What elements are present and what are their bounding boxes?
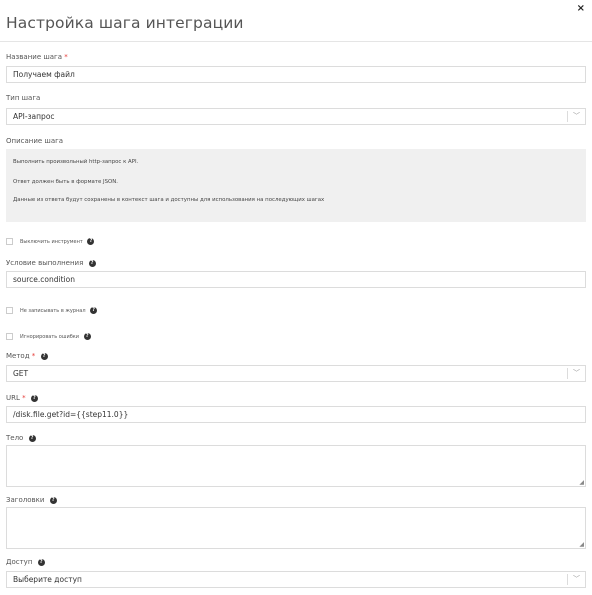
checkbox-box[interactable] (6, 238, 13, 245)
body-label: Тело ? (6, 434, 36, 442)
ignore-errors-label: Игнорировать ошибки (20, 334, 80, 340)
help-icon[interactable]: ? (88, 259, 96, 267)
help-icon[interactable]: ? (83, 333, 91, 340)
access-select[interactable]: Выберите доступ ﹀ (6, 571, 586, 588)
condition-label: Условие выполнения ? (6, 259, 96, 267)
disable-tool-label: Выключить инструмент (20, 239, 83, 245)
resize-grip-icon[interactable]: ◢ (579, 480, 584, 486)
access-placeholder: Выберите доступ (13, 575, 82, 584)
step-name-input[interactable]: Получаем файл (6, 66, 586, 83)
resize-grip-icon[interactable]: ◢ (579, 542, 584, 548)
help-icon[interactable]: ? (40, 352, 48, 360)
method-value: GET (13, 369, 29, 378)
step-type-label: Тип шага (6, 94, 41, 102)
description-line: Выполнить произвольный http-запрос к API… (13, 159, 139, 165)
headers-label: Заголовки ? (6, 496, 57, 504)
headers-textarea[interactable]: ◢ (6, 507, 586, 549)
condition-input[interactable]: source.condition (6, 271, 586, 288)
description-panel: Выполнить произвольный http-запрос к API… (6, 149, 586, 222)
help-icon[interactable]: ? (28, 434, 36, 442)
modal-title: Настройка шага интеграции (6, 14, 244, 32)
no-log-label: Не записывать в журнал (20, 308, 86, 314)
step-type-select[interactable]: API-запрос ﹀ (6, 108, 586, 125)
help-icon[interactable]: ? (30, 394, 38, 402)
checkbox-box[interactable] (6, 333, 13, 340)
checkbox-box[interactable] (6, 307, 13, 314)
chevron-down-icon[interactable]: ﹀ (567, 111, 585, 122)
step-name-label: Название шага * (6, 53, 68, 61)
description-line: Данные из ответа будут сохранены в конте… (13, 197, 325, 203)
description-label: Описание шага (6, 137, 64, 145)
no-log-checkbox[interactable]: Не записывать в журнал ? (6, 307, 98, 314)
ignore-errors-checkbox[interactable]: Игнорировать ошибки ? (6, 333, 91, 340)
description-line: Ответ должен быть в формате JSON. (13, 179, 118, 185)
url-label: URL * ? (6, 394, 38, 402)
access-label: Доступ ? (6, 558, 45, 566)
help-icon[interactable]: ? (87, 238, 95, 245)
close-icon[interactable]: × (577, 3, 585, 14)
url-input[interactable]: /disk.file.get?id={{step11.0}} (6, 406, 586, 423)
disable-tool-checkbox[interactable]: Выключить инструмент ? (6, 238, 95, 245)
help-icon[interactable]: ? (37, 558, 45, 566)
help-icon[interactable]: ? (49, 496, 57, 504)
step-type-value: API-запрос (13, 112, 55, 121)
body-textarea[interactable]: ◢ (6, 445, 586, 487)
chevron-down-icon[interactable]: ﹀ (567, 368, 585, 379)
help-icon[interactable]: ? (90, 307, 98, 314)
method-select[interactable]: GET ﹀ (6, 365, 586, 382)
method-label: Метод * ? (6, 352, 48, 360)
chevron-down-icon[interactable]: ﹀ (567, 574, 585, 585)
modal-header: Настройка шага интеграции × (0, 0, 592, 42)
